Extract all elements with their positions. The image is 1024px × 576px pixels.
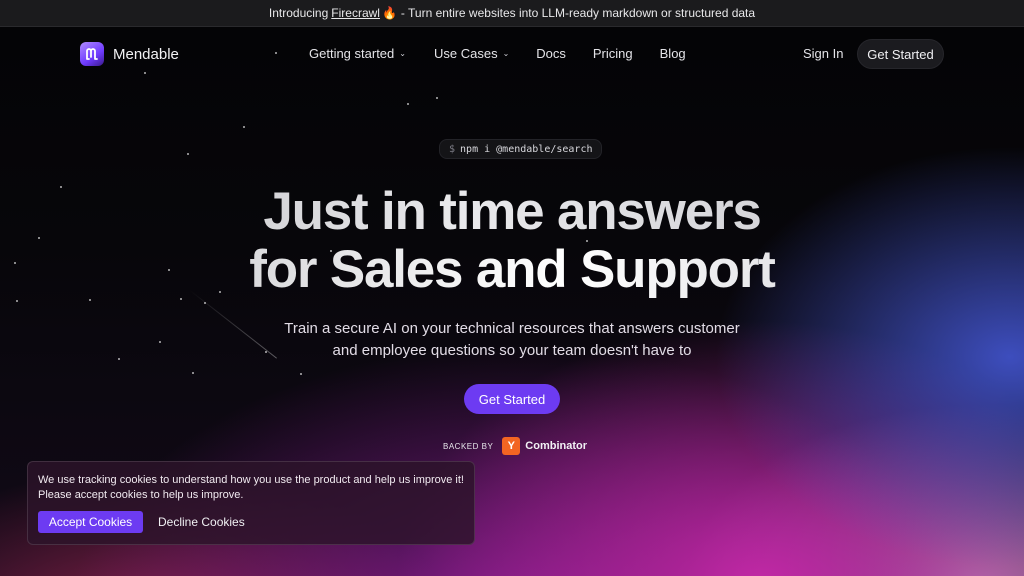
decline-cookies-button[interactable]: Decline Cookies: [158, 511, 245, 533]
nav-item-label: Docs: [536, 46, 566, 61]
prompt-symbol: $: [449, 143, 456, 155]
announcement-bar: Introducing Firecrawl 🔥 - Turn entire we…: [0, 0, 1024, 27]
nav-item-label: Use Cases: [433, 46, 498, 61]
chevron-down-icon: ⌄: [502, 49, 510, 58]
star: [89, 299, 91, 301]
nav-menu: Getting started ⌄ Use Cases ⌄ Docs Prici…: [309, 46, 686, 61]
nav-item-docs[interactable]: Docs: [536, 46, 566, 61]
announcement-suffix: - Turn entire websites into LLM-ready ma…: [400, 6, 756, 20]
star: [187, 153, 189, 155]
nav-get-started-button[interactable]: Get Started: [857, 39, 944, 69]
y-combinator-logo-icon: Y: [502, 437, 521, 455]
accept-cookies-button[interactable]: Accept Cookies: [38, 511, 143, 533]
brand-name: Mendable: [113, 45, 179, 63]
star: [144, 72, 146, 74]
backed-by-label: BACKED BY: [443, 441, 494, 451]
chevron-down-icon: ⌄: [399, 49, 406, 58]
install-command-pill[interactable]: $ npm i @mendable/search: [439, 139, 603, 159]
nav-item-getting-started[interactable]: Getting started ⌄: [309, 46, 406, 61]
cookie-banner: We use tracking cookies to understand ho…: [27, 461, 475, 545]
nav-item-pricing[interactable]: Pricing: [593, 46, 633, 61]
hero-get-started-button[interactable]: Get Started: [464, 384, 560, 414]
nav-item-label: Pricing: [592, 46, 633, 61]
brand-logo[interactable]: Mendable: [80, 42, 179, 66]
main-nav: Mendable Getting started ⌄ Use Cases ⌄ D…: [0, 38, 1024, 70]
headline-line-2: for Sales and Support: [0, 241, 1024, 299]
nav-item-use-cases[interactable]: Use Cases ⌄: [434, 46, 509, 61]
cookie-message-line-1: We use tracking cookies to understand ho…: [38, 474, 464, 486]
install-command: npm i @mendable/search: [460, 143, 593, 155]
firecrawl-link[interactable]: Firecrawl: [331, 6, 380, 20]
backer-name: Combinator: [525, 440, 588, 452]
subtitle-line-2: and employee questions so your team does…: [332, 342, 692, 359]
subtitle-line-1: Train a secure AI on your technical reso…: [284, 320, 740, 337]
backed-by-badge: BACKED BY Y Combinator: [443, 437, 587, 455]
star: [407, 103, 409, 105]
star: [243, 126, 245, 128]
mendable-logo-icon: [80, 42, 104, 66]
star: [16, 300, 18, 302]
nav-item-blog[interactable]: Blog: [660, 46, 686, 61]
star: [192, 372, 194, 374]
cookie-message-line-2: Please accept cookies to help us improve…: [38, 489, 244, 501]
hero-subtitle: Train a secure AI on your technical reso…: [0, 318, 1024, 362]
star: [300, 373, 302, 375]
hero-headline: Just in time answers for Sales and Suppo…: [0, 183, 1024, 299]
headline-line-1: Just in time answers: [0, 183, 1024, 241]
nav-item-label: Getting started: [309, 46, 395, 61]
sign-in-link[interactable]: Sign In: [803, 46, 843, 61]
nav-item-label: Blog: [659, 46, 686, 61]
star: [204, 302, 206, 304]
announcement-prefix: Introducing: [268, 6, 329, 20]
star: [436, 97, 438, 99]
cookie-message: We use tracking cookies to understand ho…: [38, 473, 464, 503]
fire-icon: 🔥: [381, 6, 397, 20]
